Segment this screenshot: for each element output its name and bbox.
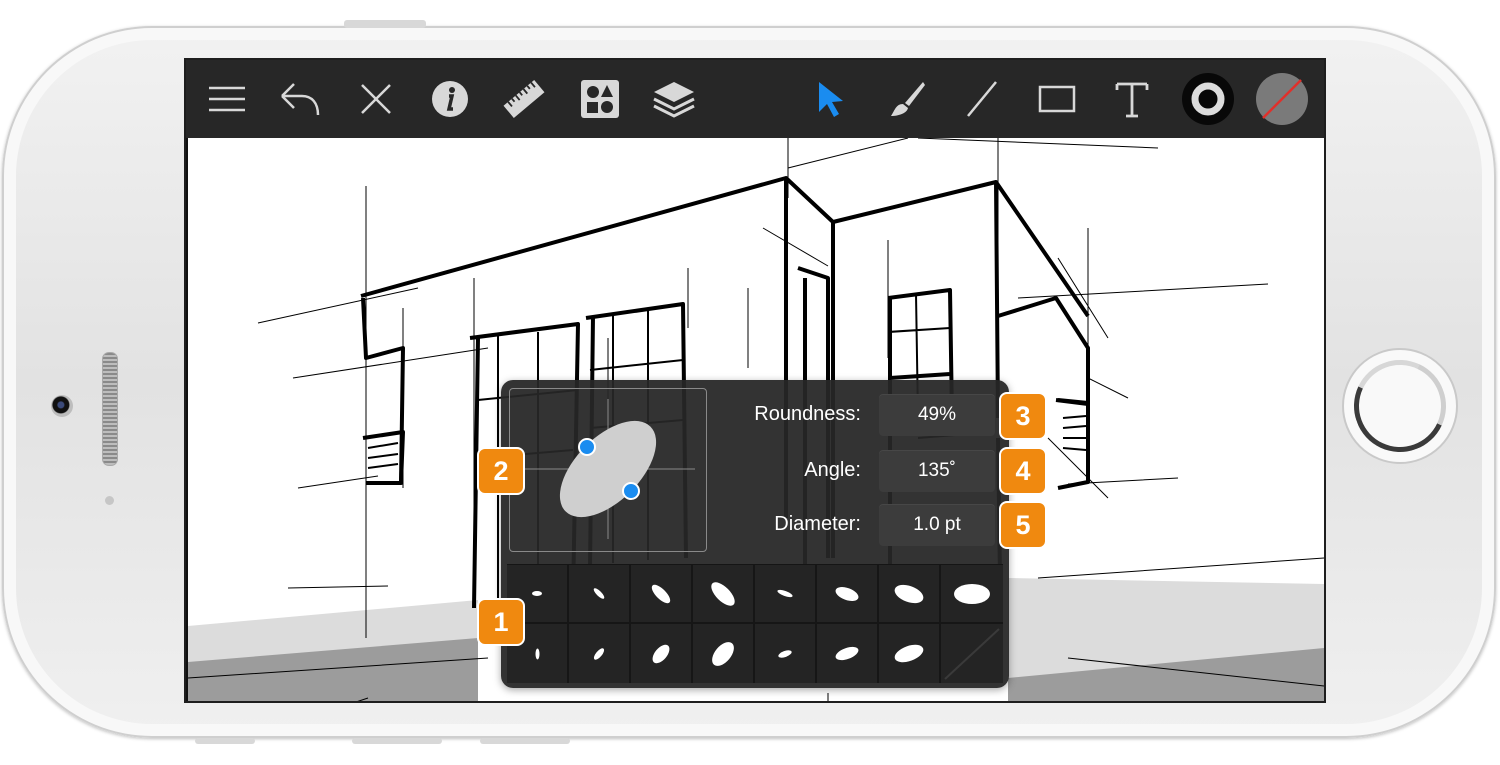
brush-icon [891,82,925,116]
brush-tip-shape [707,637,739,670]
brush-tip-shape [954,583,990,604]
brush-tip-editor [525,399,695,539]
rectangle-tool-button[interactable] [1029,70,1085,128]
roundness-label: Roundness: [754,403,861,425]
callout-badge-2: 2 [477,447,525,495]
preset-cell[interactable] [817,624,879,683]
brush-tip-shape [833,583,861,604]
shapes-library-button[interactable] [572,70,628,128]
callout-badge-3: 3 [999,392,1047,440]
angle-field[interactable]: 135˚ [879,450,995,492]
preset-cell[interactable] [755,624,817,683]
line-icon [967,81,997,117]
brush-tip-shape [707,577,739,610]
brush-tip-shape [892,641,926,666]
text-icon [1115,82,1149,118]
callout-badge-5: 5 [999,501,1047,549]
rectangle-icon [1038,85,1076,113]
angle-label: Angle: [804,459,861,481]
layers-icon [653,82,695,118]
earpiece-speaker [102,352,118,466]
power-button[interactable] [344,20,426,28]
menu-button[interactable] [199,70,255,128]
fill-color-button[interactable] [1254,70,1310,128]
text-tool-button[interactable] [1104,70,1160,128]
brush-tip-shape [649,641,673,666]
proximity-sensor [105,496,114,505]
line-tool-button[interactable] [954,70,1010,128]
info-icon [432,81,468,117]
undo-button[interactable] [272,70,328,128]
ruler-button[interactable] [496,70,552,128]
brush-tip-shape [592,586,606,601]
stroke-style-icon [1182,73,1234,125]
brush-tip-shape [535,648,539,659]
front-camera [51,395,73,417]
brush-preset-grid [507,564,1003,683]
preset-cell[interactable] [693,565,755,624]
pointer-icon [819,82,843,117]
preset-cell[interactable] [631,565,693,624]
close-icon [361,84,391,114]
brush-tool-button[interactable] [879,70,935,128]
brush-tip-shape [592,646,606,661]
callout-badge-4: 4 [999,447,1047,495]
roundness-handle[interactable] [622,482,640,500]
preset-cell[interactable] [879,624,941,683]
preset-cell[interactable] [879,565,941,624]
preset-cell[interactable] [569,565,631,624]
shapes-icon [581,80,619,118]
brush-tip-shape [532,591,542,596]
diameter-label: Diameter: [774,513,861,535]
preset-cell[interactable] [569,624,631,683]
fill-none-icon [1256,73,1308,125]
preset-cell[interactable] [631,624,693,683]
home-button-ring [1341,347,1459,465]
layers-button[interactable] [646,70,702,128]
mute-switch[interactable] [195,738,255,744]
toolbar [186,60,1324,138]
select-tool-button[interactable] [803,70,859,128]
add-preset-icon [944,627,1000,680]
rotation-handle[interactable] [578,438,596,456]
volume-down-button[interactable] [480,738,570,744]
home-button[interactable] [1341,347,1459,465]
brush-settings-panel: Roundness: 49% Angle: 135˚ Diameter: 1.0… [501,380,1009,688]
diameter-field[interactable]: 1.0 pt [879,504,995,546]
menu-icon [209,86,245,112]
preset-cell[interactable] [755,565,817,624]
app-screen: Roundness: 49% Angle: 135˚ Diameter: 1.0… [184,58,1326,703]
preset-cell[interactable] [817,565,879,624]
brush-tip-preview[interactable] [509,388,707,552]
preset-cell[interactable] [693,624,755,683]
callout-badge-1: 1 [477,598,525,646]
brush-tip-shape [892,580,926,607]
info-button[interactable] [422,70,478,128]
stroke-style-button[interactable] [1180,70,1236,128]
brush-tip-shape [777,648,793,659]
preset-cell-empty[interactable] [941,624,1003,683]
brush-tip-shape [648,581,674,606]
brush-tip-shape [833,644,861,663]
brush-tip-shape [776,588,794,599]
preset-cell[interactable] [941,565,1003,624]
roundness-field[interactable]: 49% [879,394,995,436]
undo-icon [281,83,320,116]
close-button[interactable] [348,70,404,128]
ruler-icon [503,80,545,118]
volume-up-button[interactable] [352,738,442,744]
